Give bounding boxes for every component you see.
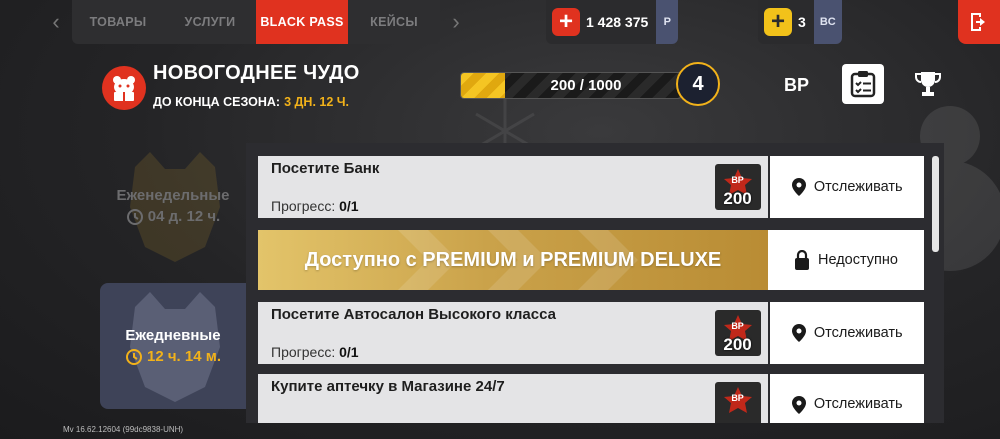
reward-label: BP — [731, 321, 744, 331]
track-button[interactable]: Отслеживать — [770, 156, 924, 218]
category-daily[interactable]: Ежедневные 12 ч. 14 м. — [100, 283, 246, 409]
location-pin-icon — [791, 396, 806, 414]
bp-label: BP — [784, 75, 810, 95]
trophy-button[interactable] — [910, 64, 946, 104]
location-pin-icon — [791, 178, 806, 196]
nav-prev-button[interactable]: ‹ — [40, 0, 72, 44]
season-progress-bar: 200 / 1000 — [460, 72, 682, 99]
track-button[interactable]: Отслеживать — [770, 302, 924, 364]
chevron-right-icon: › — [452, 9, 460, 34]
add-rubles-button[interactable]: + — [552, 8, 580, 36]
task-item: Посетите Автосалон Высокого класса Прогр… — [258, 302, 924, 364]
tab-black-pass[interactable]: BLACK PASS — [256, 0, 348, 44]
track-button[interactable]: Отслеживать — [770, 374, 924, 423]
premium-locked-row: Доступно с PREMIUM и PREMIUM DELUXE Недо… — [258, 230, 924, 290]
task-title: Купите аптечку в Магазине 24/7 — [271, 378, 505, 395]
nav-next-button[interactable]: › — [440, 0, 472, 44]
add-bc-button[interactable]: + — [764, 8, 792, 36]
task-progress-value: 0/1 — [339, 344, 359, 360]
unavailable-label: Недоступно — [818, 252, 898, 268]
task-progress-value: 0/1 — [339, 198, 359, 214]
task-info: Посетите Автосалон Высокого класса Прогр… — [258, 302, 707, 364]
premium-banner: Доступно с PREMIUM и PREMIUM DELUXE — [258, 230, 768, 290]
category-daily-time: 12 ч. 14 м. — [146, 348, 221, 365]
task-progress: Прогресс: 0/1 — [271, 344, 359, 360]
task-progress-label: Прогресс: — [271, 198, 336, 214]
task-title: Посетите Автосалон Высокого класса — [271, 306, 556, 323]
season-logo — [102, 66, 146, 110]
season-timer-value: 3 ДН. 12 Ч. — [284, 95, 350, 109]
category-daily-timer: 12 ч. 14 м. — [125, 348, 221, 366]
task-item: Купите аптечку в Магазине 24/7 BP Отслеж… — [258, 374, 924, 423]
location-pin-icon — [791, 324, 806, 342]
premium-text: Доступно с PREMIUM и PREMIUM DELUXE — [304, 248, 722, 271]
category-weekly-label: Еженедельные — [116, 186, 230, 204]
category-weekly-timer: 04 д. 12 ч. — [126, 208, 220, 226]
plus-icon: + — [558, 8, 573, 35]
task-progress: Прогресс: 0/1 — [271, 198, 359, 214]
track-button-label: Отслеживать — [813, 325, 903, 341]
season-title: НОВОГОДНЕЕ ЧУДО — [153, 62, 360, 84]
plus-icon: + — [770, 8, 785, 35]
rubles-value: 1 428 375 — [586, 14, 649, 30]
trophy-icon — [915, 72, 941, 96]
category-weekly[interactable]: Еженедельные 04 д. 12 ч. — [100, 143, 246, 269]
shop-tabs: ТОВАРЫ УСЛУГИ BLACK PASS КЕЙСЫ — [72, 0, 440, 44]
bp-reward-badge: BP 200 — [714, 310, 761, 356]
exit-icon — [971, 13, 985, 31]
season-level-badge: 4 — [676, 62, 720, 106]
task-list-scrollbar[interactable] — [932, 156, 939, 252]
version-label: Mv 16.62.12604 (99dc9838-UNH) — [63, 425, 184, 434]
reward-points: 200 — [723, 189, 752, 208]
season-progress-text: 200 / 1000 — [550, 77, 622, 94]
tab-goods[interactable]: ТОВАРЫ — [72, 0, 164, 44]
bc-value: 3 — [798, 14, 806, 30]
rubles-tag: Р — [656, 0, 679, 44]
checklist-icon — [850, 71, 876, 98]
clock-icon — [125, 348, 142, 365]
task-title: Посетите Банк — [271, 160, 380, 177]
reward-label: BP — [731, 393, 744, 403]
top-navigation: ‹ ТОВАРЫ УСЛУГИ BLACK PASS КЕЙСЫ › — [40, 0, 472, 44]
season-timer-label: ДО КОНЦА СЕЗОНА: — [153, 95, 281, 109]
bear-gift-icon — [113, 76, 135, 101]
task-info: Посетите Банк Прогресс: 0/1 — [258, 156, 707, 218]
lock-icon — [795, 250, 809, 270]
category-weekly-time: 04 д. 12 ч. — [147, 208, 221, 225]
reward-points: 200 — [723, 335, 752, 354]
unavailable-button[interactable]: Недоступно — [768, 230, 924, 290]
bc-balance: + 3 BC — [758, 0, 842, 44]
task-info: Купите аптечку в Магазине 24/7 — [258, 374, 707, 423]
task-reward: BP 200 — [706, 302, 769, 364]
chevron-left-icon: ‹ — [52, 9, 60, 34]
task-reward: BP 200 — [706, 156, 769, 218]
season-timer: ДО КОНЦА СЕЗОНА: 3 ДН. 12 Ч. — [153, 95, 349, 109]
exit-button[interactable] — [958, 0, 1000, 44]
task-progress-label: Прогресс: — [271, 344, 336, 360]
rubles-balance: + 1 428 375 Р — [546, 0, 679, 44]
category-daily-label: Ежедневные — [125, 326, 221, 344]
track-button-label: Отслеживать — [813, 179, 903, 195]
task-item: Посетите Банк Прогресс: 0/1 BP 200 Отсле… — [258, 156, 924, 218]
bc-tag: BC — [813, 0, 842, 44]
task-reward: BP — [706, 374, 769, 423]
bp-reward-badge: BP 200 — [714, 164, 761, 210]
reward-label: BP — [731, 175, 744, 185]
tasks-button[interactable] — [842, 64, 884, 104]
tab-services[interactable]: УСЛУГИ — [164, 0, 256, 44]
track-button-label: Отслеживать — [813, 396, 903, 412]
bp-reward-badge: BP — [714, 382, 761, 423]
clock-icon — [126, 208, 143, 225]
bear-emblem-icon — [130, 292, 220, 402]
bear-emblem-icon — [130, 152, 220, 262]
tab-cases[interactable]: КЕЙСЫ — [348, 0, 440, 44]
